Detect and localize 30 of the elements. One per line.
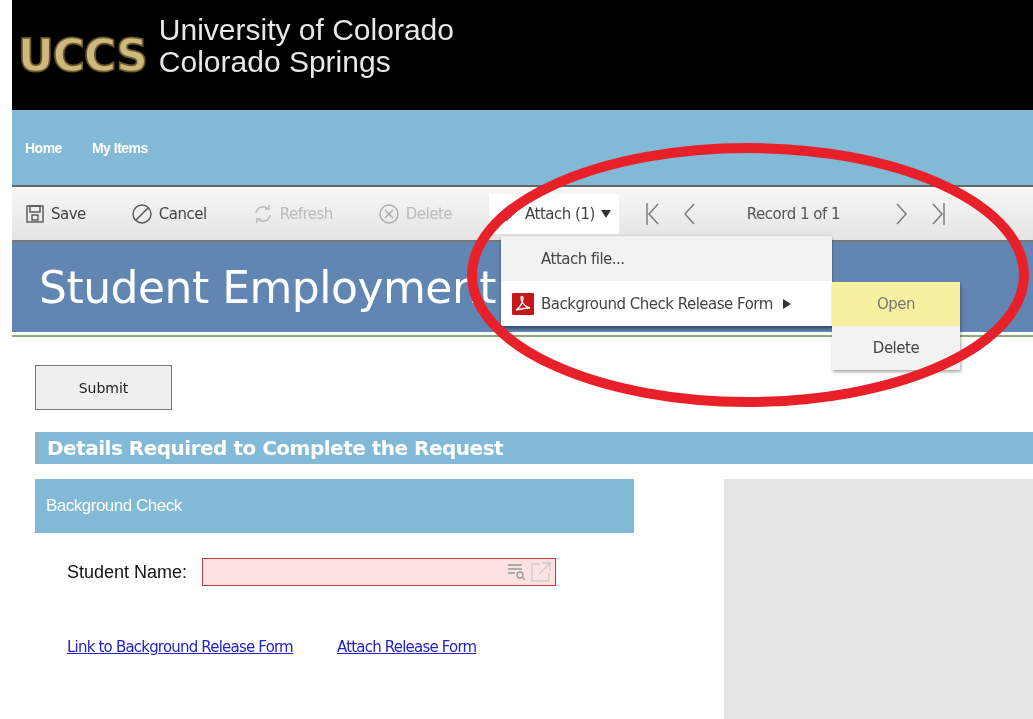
caret-icon	[600, 209, 611, 218]
cancel-icon	[130, 202, 153, 225]
last-icon	[932, 201, 947, 226]
submenu-arrow-icon	[782, 298, 791, 309]
submit-button[interactable]: Submit	[35, 365, 172, 410]
record-counter: Record 1 of 1	[746, 204, 841, 223]
menu-item-label: Background Check Release Form	[541, 294, 773, 313]
delete-icon	[377, 202, 400, 225]
submenu-item[interactable]: Delete	[832, 326, 960, 370]
previous-icon	[682, 201, 695, 226]
field-label: Student Name:	[67, 561, 188, 583]
next-icon	[896, 201, 909, 226]
cancel-button[interactable]: Cancel	[122, 195, 215, 232]
link[interactable]: Link to Background Release Form	[67, 638, 293, 656]
first-icon	[644, 201, 659, 226]
logo: UCCS	[18, 29, 147, 81]
submenu-item[interactable]: Open	[832, 282, 960, 326]
university-name: University of Colorado	[158, 14, 454, 46]
section-title: Details Required to Complete the Request	[47, 436, 504, 460]
menu-item-label: Attach file...	[541, 249, 625, 268]
student-name-field[interactable]	[202, 558, 557, 586]
lookup-icon[interactable]	[507, 563, 528, 581]
save-icon	[25, 203, 45, 224]
pdf-icon	[512, 292, 534, 315]
menu-item[interactable]: Attach file...	[501, 236, 832, 281]
campus-name: Colorado Springs	[158, 46, 392, 78]
save-button[interactable]: Save	[17, 195, 94, 232]
menu-item[interactable]: Background Check Release Form	[501, 281, 832, 326]
group-header: Background Check	[35, 479, 634, 533]
link[interactable]: Attach Release Form	[336, 638, 477, 656]
